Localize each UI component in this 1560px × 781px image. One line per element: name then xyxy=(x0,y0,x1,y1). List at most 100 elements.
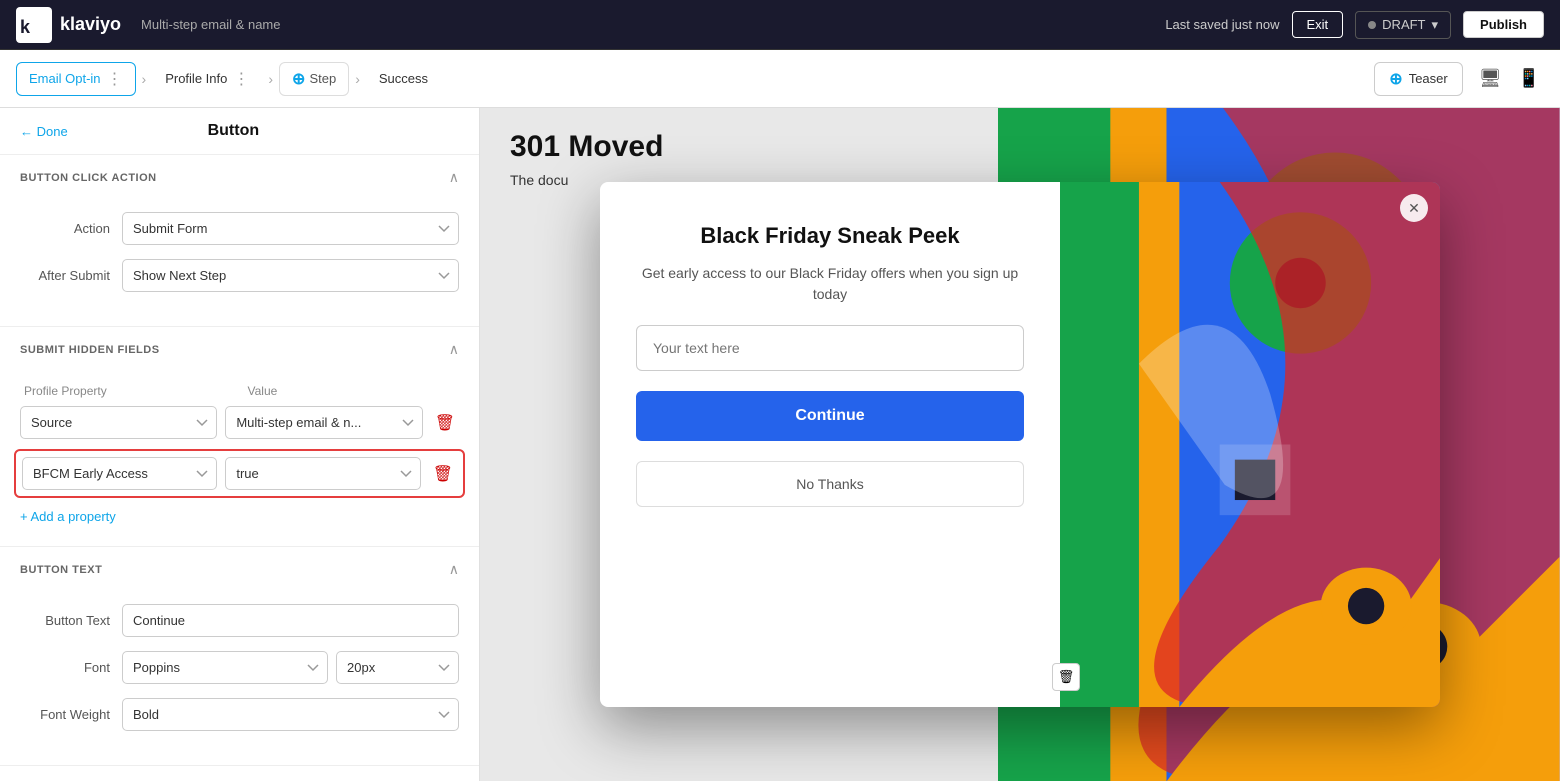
action-row: Action Submit Form xyxy=(20,212,459,245)
step-label: Profile Info xyxy=(165,71,227,86)
panel-header: ← Done Button xyxy=(0,108,479,155)
trash-icon: 🗑 xyxy=(1058,669,1075,685)
app-title: Multi-step email & name xyxy=(141,17,280,32)
step-navigation: Email Opt-in ⋮ › Profile Info ⋮ › ⊕ Step… xyxy=(0,50,1560,108)
delete-row-1-button[interactable]: 🗑 xyxy=(431,409,459,437)
section-body-hidden: Profile Property Value Source Multi-step… xyxy=(0,372,479,546)
plus-icon: ⊕ xyxy=(292,69,305,89)
button-click-action-section: BUTTON CLICK ACTION ∧ Action Submit Form… xyxy=(0,155,479,327)
chevron-up-icon: ∧ xyxy=(449,561,459,578)
section-body-action: Action Submit Form After Submit Show Nex… xyxy=(0,200,479,326)
top-navigation: k klaviyo Multi-step email & name Last s… xyxy=(0,0,1560,50)
svg-text:k: k xyxy=(20,17,31,37)
popup-no-thanks-button[interactable]: No Thanks xyxy=(636,461,1024,507)
profile-property-select-2[interactable]: BFCM Early Access xyxy=(22,457,217,490)
font-weight-select[interactable]: Bold xyxy=(122,698,459,731)
value-select-2[interactable]: true xyxy=(225,457,420,490)
profile-property-select-1[interactable]: Source xyxy=(20,406,217,439)
font-weight-label: Font Weight xyxy=(20,707,110,722)
draft-button[interactable]: DRAFT ▾ xyxy=(1355,11,1451,39)
step-label: Email Opt-in xyxy=(29,71,101,86)
step-add-step[interactable]: ⊕ Step xyxy=(279,62,349,96)
font-label: Font xyxy=(20,660,110,675)
after-submit-row: After Submit Show Next Step xyxy=(20,259,459,292)
device-icons: 🖥 📱 xyxy=(1475,64,1544,93)
hidden-fields-header: Profile Property Value xyxy=(20,384,459,398)
hidden-field-row-2: BFCM Early Access true 🗑 xyxy=(22,457,457,490)
exit-button[interactable]: Exit xyxy=(1292,11,1344,38)
popup-continue-button[interactable]: Continue xyxy=(636,391,1024,441)
font-select[interactable]: Poppins xyxy=(122,651,328,684)
section-header-hidden[interactable]: SUBMIT HIDDEN FIELDS ∧ xyxy=(0,327,479,372)
button-text-input[interactable] xyxy=(122,604,459,637)
popup-email-input[interactable] xyxy=(636,325,1024,371)
chevron-up-icon: ∧ xyxy=(449,341,459,358)
step-success[interactable]: Success xyxy=(366,64,441,93)
left-panel: ← Done Button BUTTON CLICK ACTION ∧ Acti… xyxy=(0,108,480,781)
hidden-field-row-2-highlighted: BFCM Early Access true 🗑 xyxy=(14,449,465,498)
action-label: Action xyxy=(20,221,110,236)
button-text-row: Button Text xyxy=(20,604,459,637)
nav-right-controls: ⊕ Teaser 🖥 📱 xyxy=(1374,62,1544,96)
chevron-up-icon: ∧ xyxy=(449,169,459,186)
last-saved-text: Last saved just now xyxy=(1165,17,1279,32)
step-profile-info[interactable]: Profile Info ⋮ xyxy=(152,62,262,96)
popup-delete-icon[interactable]: 🗑 xyxy=(1052,663,1080,691)
step-options-icon[interactable]: ⋮ xyxy=(107,69,123,89)
back-button[interactable]: ← Done xyxy=(20,124,68,139)
step-arrow-2: › xyxy=(268,71,273,87)
step-email-opt-in[interactable]: Email Opt-in ⋮ xyxy=(16,62,136,96)
popup-right-art xyxy=(1060,182,1440,707)
section-header-btn-text[interactable]: BUTTON TEXT ∧ xyxy=(0,547,479,592)
action-select[interactable]: Submit Form xyxy=(122,212,459,245)
font-controls: Poppins 20px xyxy=(122,651,459,684)
popup-close-button[interactable]: ✕ xyxy=(1400,194,1428,222)
section-title: SUBMIT HIDDEN FIELDS xyxy=(20,344,160,356)
popup-left: Black Friday Sneak Peek Get early access… xyxy=(600,182,1060,707)
step-arrow-1: › xyxy=(142,71,147,87)
preview-area: 301 Moved The docu xyxy=(480,108,1560,781)
klaviyo-logo: k klaviyo xyxy=(16,7,121,43)
font-row: Font Poppins 20px xyxy=(20,651,459,684)
value-col-header: Value xyxy=(248,384,456,398)
delete-row-2-button[interactable]: 🗑 xyxy=(429,460,457,488)
draft-dot xyxy=(1368,21,1376,29)
main-layout: ← Done Button BUTTON CLICK ACTION ∧ Acti… xyxy=(0,108,1560,781)
panel-title: Button xyxy=(208,122,260,140)
section-title: BUTTON CLICK ACTION xyxy=(20,172,157,184)
step-nav-steps: Email Opt-in ⋮ › Profile Info ⋮ › ⊕ Step… xyxy=(16,62,441,96)
size-select[interactable]: 20px xyxy=(336,651,459,684)
font-weight-row: Font Weight Bold xyxy=(20,698,459,731)
popup-overlay: Black Friday Sneak Peek Get early access… xyxy=(480,108,1560,781)
profile-property-col-header: Profile Property xyxy=(24,384,232,398)
step-teaser-button[interactable]: ⊕ Teaser xyxy=(1374,62,1462,96)
draft-chevron-icon: ▾ xyxy=(1432,17,1439,33)
desktop-icon[interactable]: 🖥 xyxy=(1475,64,1506,93)
add-property-button[interactable]: + Add a property xyxy=(20,505,116,528)
popup-content: Black Friday Sneak Peek Get early access… xyxy=(636,222,1024,305)
publish-button[interactable]: Publish xyxy=(1463,11,1544,38)
button-text-label: Button Text xyxy=(20,613,110,628)
section-body-btn-text: Button Text Font Poppins 20px F xyxy=(0,592,479,765)
nav-right: Last saved just now Exit DRAFT ▾ Publish xyxy=(1165,11,1544,39)
after-submit-label: After Submit xyxy=(20,268,110,283)
after-submit-select[interactable]: Show Next Step xyxy=(122,259,459,292)
popup: Black Friday Sneak Peek Get early access… xyxy=(600,182,1440,707)
value-select-1[interactable]: Multi-step email & n... xyxy=(225,406,422,439)
button-text-section: BUTTON TEXT ∧ Button Text Font Poppins 2… xyxy=(0,547,479,766)
mobile-icon[interactable]: 📱 xyxy=(1514,64,1544,93)
step-arrow-3: › xyxy=(355,71,360,87)
teaser-label: Teaser xyxy=(1409,71,1448,86)
step-label: Step xyxy=(309,71,336,86)
nav-left: k klaviyo Multi-step email & name xyxy=(16,7,281,43)
logo-text: klaviyo xyxy=(60,14,121,35)
submit-hidden-fields-section: SUBMIT HIDDEN FIELDS ∧ Profile Property … xyxy=(0,327,479,547)
plus-icon: ⊕ xyxy=(1389,69,1402,89)
section-header-action[interactable]: BUTTON CLICK ACTION ∧ xyxy=(0,155,479,200)
section-title: BUTTON TEXT xyxy=(20,564,102,576)
hidden-field-row-1: Source Multi-step email & n... 🗑 xyxy=(20,406,459,439)
draft-label: DRAFT xyxy=(1382,17,1425,32)
popup-title: Black Friday Sneak Peek xyxy=(636,222,1024,251)
step-label: Success xyxy=(379,71,428,86)
step-options-icon[interactable]: ⋮ xyxy=(233,69,249,89)
